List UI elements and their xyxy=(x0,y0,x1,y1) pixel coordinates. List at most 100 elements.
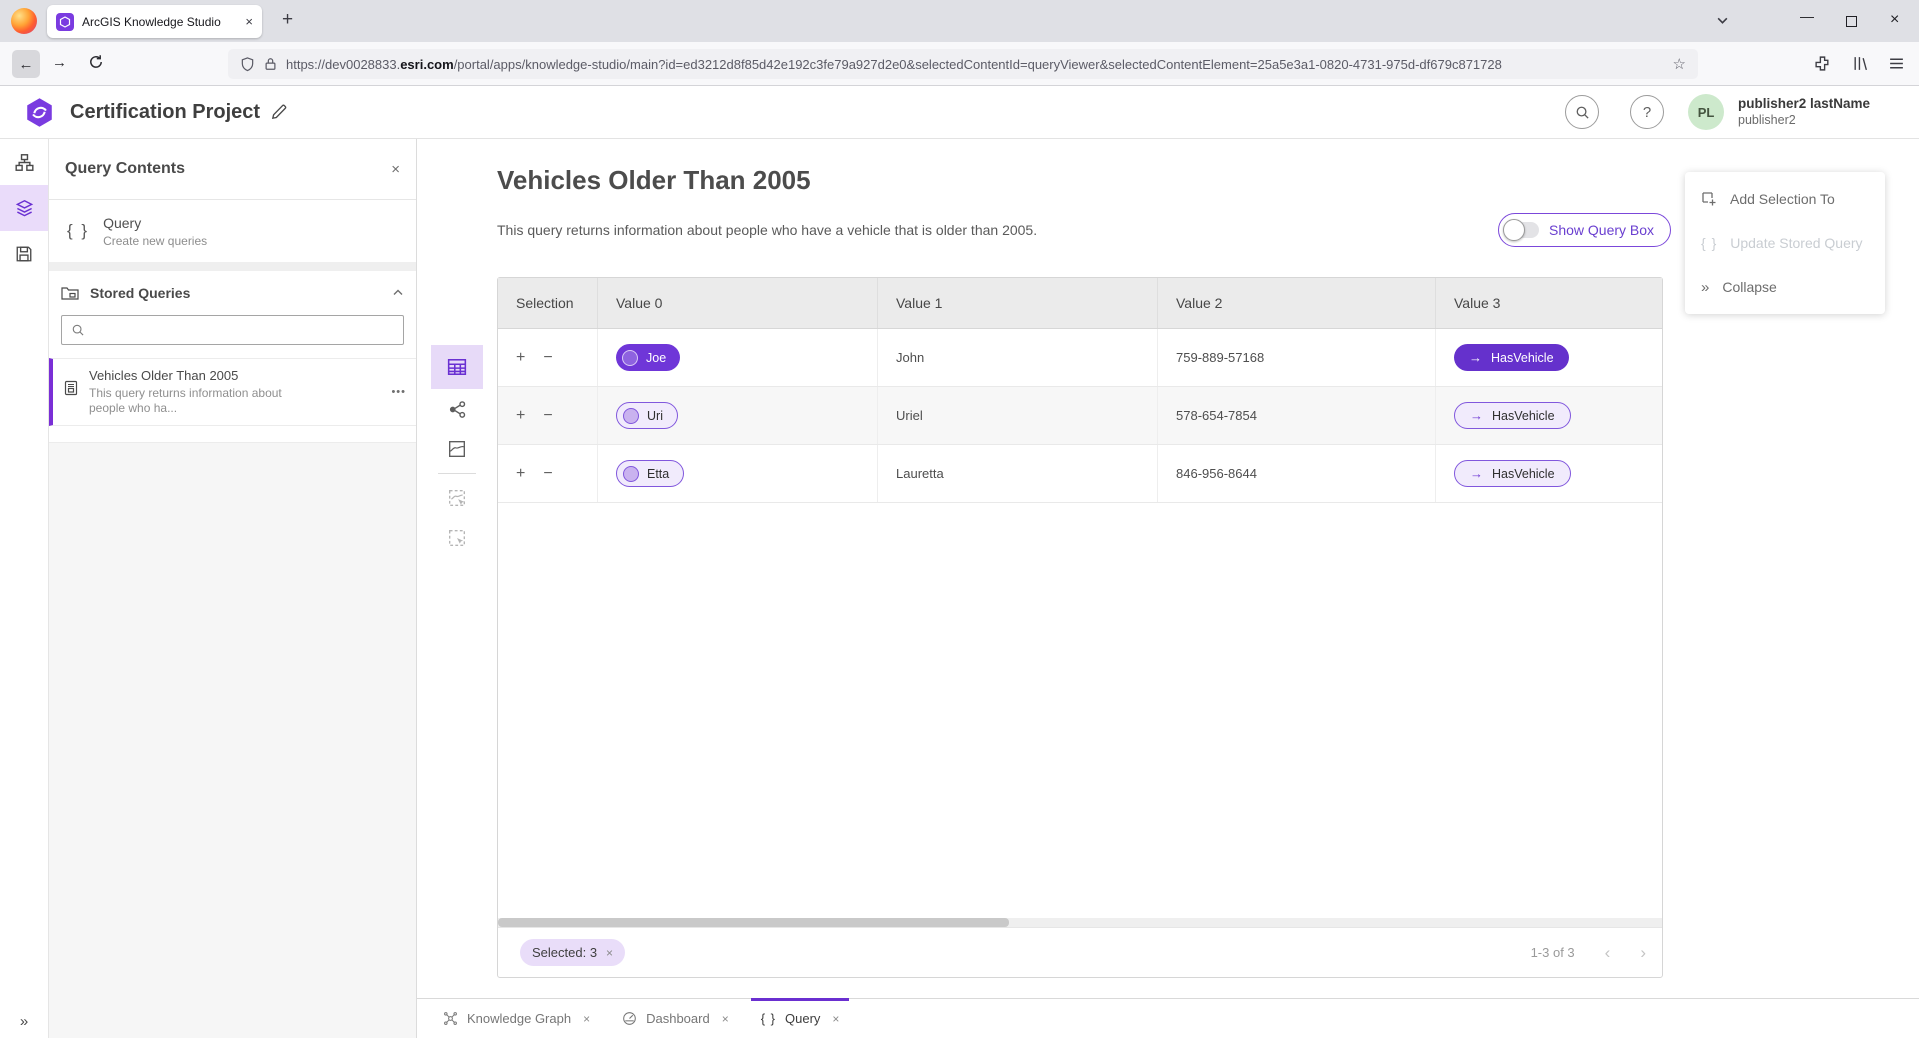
save-icon xyxy=(15,245,33,263)
show-query-box-toggle[interactable]: Show Query Box xyxy=(1498,213,1671,247)
column-header-value3[interactable]: Value 3 xyxy=(1436,278,1662,328)
tab-knowledge-graph[interactable]: Knowledge Graph × xyxy=(427,999,606,1038)
selected-count-label: Selected: 3 xyxy=(532,945,597,960)
relationship-pill[interactable]: →HasVehicle xyxy=(1454,402,1571,429)
link-chart-view-button[interactable] xyxy=(431,389,483,429)
browser-tab-strip: ArcGIS Knowledge Studio × + — × xyxy=(0,0,1919,42)
tab-query[interactable]: { } Query × xyxy=(745,999,856,1038)
stored-queries-header[interactable]: Stored Queries xyxy=(49,271,416,315)
braces-icon: { } xyxy=(1701,235,1717,251)
braces-icon: { } xyxy=(67,221,89,241)
entity-pill[interactable]: Uri xyxy=(616,402,678,429)
tab-overflow-chevron-icon[interactable] xyxy=(1716,14,1729,27)
column-header-value2[interactable]: Value 2 xyxy=(1158,278,1436,328)
browser-tab-title: ArcGIS Knowledge Studio xyxy=(82,15,237,29)
new-tab-button[interactable]: + xyxy=(282,9,293,31)
add-to-selection-button[interactable]: + xyxy=(516,407,525,425)
tab-close-icon[interactable]: × xyxy=(832,1012,839,1026)
remove-from-selection-button[interactable]: − xyxy=(543,407,552,425)
entity-pill[interactable]: Joe xyxy=(616,344,680,371)
url-text[interactable]: https://dev0028833.esri.com/portal/apps/… xyxy=(286,57,1664,72)
horizontal-scrollbar[interactable] xyxy=(498,918,1662,927)
help-button[interactable]: ? xyxy=(1630,95,1664,129)
stored-query-item[interactable]: Vehicles Older Than 2005 This query retu… xyxy=(49,358,416,426)
tracking-shield-icon[interactable] xyxy=(240,57,255,72)
remove-from-selection-button[interactable]: − xyxy=(543,465,552,483)
column-header-value0[interactable]: Value 0 xyxy=(598,278,878,328)
window-close-button[interactable]: × xyxy=(1890,11,1899,29)
entity-pill[interactable]: Etta xyxy=(616,460,684,487)
relationship-pill[interactable]: →HasVehicle xyxy=(1454,460,1571,487)
column-header-value1[interactable]: Value 1 xyxy=(878,278,1158,328)
user-avatar[interactable]: PL xyxy=(1688,94,1724,130)
map-icon xyxy=(448,440,466,458)
view-toolbar xyxy=(431,345,483,558)
table-row: + − Uri Uriel 578-654-7854 →HasVehicle xyxy=(498,387,1662,445)
map-selection-icon xyxy=(448,489,466,507)
map-view-button[interactable] xyxy=(431,429,483,469)
page-description: This query returns information about peo… xyxy=(497,222,1037,238)
window-maximize-button[interactable] xyxy=(1846,16,1857,27)
stored-query-description: This query returns information about peo… xyxy=(89,386,301,416)
url-bar[interactable]: https://dev0028833.esri.com/portal/apps/… xyxy=(228,49,1698,79)
panel-close-icon[interactable]: × xyxy=(391,161,400,178)
new-query-item[interactable]: { } Query Create new queries xyxy=(49,200,416,262)
nav-save-button[interactable] xyxy=(0,231,48,277)
library-icon[interactable] xyxy=(1852,55,1869,72)
selected-count-chip[interactable]: Selected: 3 × xyxy=(520,939,625,966)
nav-contents-button[interactable] xyxy=(0,185,48,231)
entity-node-icon xyxy=(622,350,638,366)
add-to-selection-button[interactable]: + xyxy=(516,349,525,367)
tab-close-icon[interactable]: × xyxy=(583,1012,590,1026)
app-favicon-icon xyxy=(56,13,74,31)
table-view-button[interactable] xyxy=(431,345,483,389)
relationship-pill[interactable]: →HasVehicle xyxy=(1454,344,1569,371)
reload-button[interactable] xyxy=(88,54,104,70)
edit-title-pencil-icon[interactable] xyxy=(270,103,288,121)
hamburger-menu-icon[interactable] xyxy=(1888,55,1905,72)
tab-dashboard[interactable]: Dashboard × xyxy=(606,999,745,1038)
nav-data-model-button[interactable] xyxy=(0,139,48,185)
column-header-selection[interactable]: Selection xyxy=(498,278,598,328)
forward-button[interactable]: → xyxy=(52,54,67,71)
remove-from-selection-button[interactable]: − xyxy=(543,349,552,367)
header-search-button[interactable] xyxy=(1565,95,1599,129)
stored-queries-search[interactable] xyxy=(61,315,404,345)
menu-item-add-selection-to[interactable]: Add Selection To xyxy=(1685,177,1885,221)
lock-icon[interactable] xyxy=(264,57,277,71)
back-button[interactable]: ← xyxy=(12,50,40,78)
tab-close-icon[interactable]: × xyxy=(722,1012,729,1026)
search-input[interactable] xyxy=(93,323,394,338)
scrollbar-thumb[interactable] xyxy=(498,918,1009,927)
map-selection-button[interactable] xyxy=(431,478,483,518)
next-page-chevron-icon[interactable]: › xyxy=(1640,943,1646,963)
graph-nodes-icon xyxy=(448,400,467,419)
chevron-up-icon[interactable] xyxy=(392,287,404,299)
browser-tab[interactable]: ArcGIS Knowledge Studio × xyxy=(47,5,262,38)
select-tool-button[interactable] xyxy=(431,518,483,558)
bottom-tab-bar: Knowledge Graph × Dashboard × { } Query … xyxy=(417,998,1919,1038)
bookmark-star-icon[interactable]: ☆ xyxy=(1673,55,1686,73)
org-tree-icon xyxy=(15,153,34,172)
user-name[interactable]: publisher2 lastName publisher2 xyxy=(1738,96,1870,128)
add-to-selection-button[interactable]: + xyxy=(516,465,525,483)
panel-header: Query Contents × xyxy=(49,139,416,200)
screen: ArcGIS Knowledge Studio × + — × ← → http… xyxy=(0,0,1919,1038)
firefox-icon[interactable] xyxy=(11,8,37,34)
extensions-icon[interactable] xyxy=(1814,55,1831,72)
results-table-card: Selection Value 0 Value 1 Value 2 Value … xyxy=(497,277,1663,978)
menu-item-collapse[interactable]: » Collapse xyxy=(1685,265,1885,309)
pagination-label: 1-3 of 3 xyxy=(1531,945,1575,960)
window-minimize-button[interactable]: — xyxy=(1800,8,1814,24)
add-selection-icon xyxy=(1701,191,1717,207)
tab-close-icon[interactable]: × xyxy=(245,14,253,29)
prev-page-chevron-icon[interactable]: ‹ xyxy=(1605,943,1611,963)
expand-rail-button[interactable]: » xyxy=(0,1013,48,1030)
selection-context-menu: Add Selection To { } Update Stored Query… xyxy=(1685,172,1885,314)
stored-query-doc-icon xyxy=(63,380,79,416)
double-chevron-icon: » xyxy=(1701,279,1709,296)
cell-value1: Uriel xyxy=(878,387,1158,444)
pagination: 1-3 of 3 ‹ › xyxy=(1531,943,1646,963)
item-options-ellipsis-icon[interactable]: ••• xyxy=(391,386,406,398)
clear-selection-icon[interactable]: × xyxy=(606,946,613,960)
